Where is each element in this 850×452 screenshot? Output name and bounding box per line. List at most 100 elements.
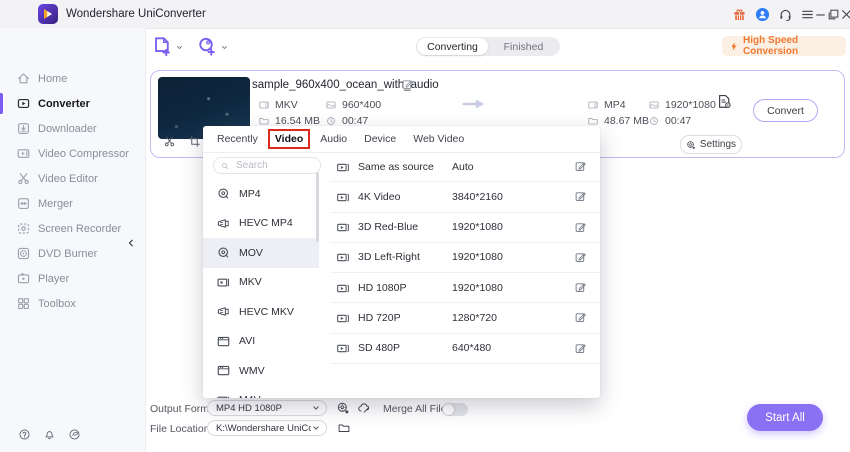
output-format-dropdown[interactable]: MP4 HD 1080P xyxy=(207,400,327,416)
search-icon xyxy=(220,161,230,171)
chevron-down-icon xyxy=(175,43,184,52)
sidebar-item-downloader[interactable]: Downloader xyxy=(0,116,145,141)
resolution-item-3d-red-blue[interactable]: 3D Red-Blue 1920*1080 xyxy=(330,213,600,243)
support-headset-icon[interactable] xyxy=(777,6,794,23)
format-item-mkv[interactable]: MKV xyxy=(203,268,319,298)
dvd-icon xyxy=(16,246,31,261)
merge-all-files-toggle[interactable] xyxy=(442,403,468,416)
edit-icon[interactable] xyxy=(574,281,587,294)
format-tab-video[interactable]: Video xyxy=(267,129,311,149)
edit-icon[interactable] xyxy=(574,160,587,173)
conversion-settings-gear-icon[interactable] xyxy=(336,401,350,415)
format-tab-web-video[interactable]: Web Video xyxy=(413,133,464,145)
disc-icon xyxy=(216,186,231,201)
video-icon xyxy=(336,190,351,205)
close-button[interactable] xyxy=(838,6,850,23)
title-bar: Wondershare UniConverter xyxy=(0,0,850,29)
resolution-item-hd-720p[interactable]: HD 720P 1280*720 xyxy=(330,303,600,334)
convert-status-toggle: Converting Finished xyxy=(416,37,560,56)
sidebar-item-home[interactable]: Home xyxy=(0,66,145,91)
file-location-dropdown[interactable]: K:\Wondershare UniConverter xyxy=(207,420,327,436)
lightning-bolt-icon xyxy=(729,41,739,52)
frame-icon xyxy=(325,99,337,111)
start-all-button[interactable]: Start All xyxy=(747,404,823,431)
gift-icon[interactable] xyxy=(731,6,748,23)
trim-scissors-icon[interactable] xyxy=(163,135,176,148)
format-tab-audio[interactable]: Audio xyxy=(320,133,347,145)
sidebar-item-dvd-burner[interactable]: DVD Burner xyxy=(0,241,145,266)
convert-arrow-icon xyxy=(461,97,487,111)
format-list: MP4HEVC MP4MOVMKVHEVC MKVAVIWMVM4V xyxy=(203,179,319,398)
format-item-wmv[interactable]: WMV xyxy=(203,356,319,386)
add-file-button[interactable] xyxy=(152,36,184,56)
sidebar-collapse-handle[interactable] xyxy=(126,236,138,250)
open-folder-icon[interactable] xyxy=(337,421,351,435)
format-item-hevc-mkv[interactable]: HEVC MKV xyxy=(203,297,319,327)
add-from-device-button[interactable] xyxy=(197,36,229,56)
toolbox-icon xyxy=(16,296,31,311)
convert-button[interactable]: Convert xyxy=(753,99,818,122)
edit-icon[interactable] xyxy=(574,221,587,234)
sidebar-item-video-editor[interactable]: Video Editor xyxy=(0,166,145,191)
account-icon[interactable] xyxy=(754,6,771,23)
search-input[interactable] xyxy=(234,159,310,172)
target-resolution: 1920*1080 xyxy=(648,99,716,111)
app-title: Wondershare UniConverter xyxy=(66,8,206,20)
format-item-avi[interactable]: AVI xyxy=(203,327,319,357)
help-icon[interactable] xyxy=(18,428,31,441)
sidebar-item-screen-recorder[interactable]: Screen Recorder xyxy=(0,216,145,241)
app-logo-icon xyxy=(38,4,58,24)
tab-finished[interactable]: Finished xyxy=(488,38,559,55)
source-resolution: 960*400 xyxy=(325,99,381,111)
bell-icon[interactable] xyxy=(43,428,56,441)
video-icon xyxy=(336,220,351,235)
film-icon xyxy=(216,275,231,290)
format-tab-device[interactable]: Device xyxy=(364,133,396,145)
edit-icon[interactable] xyxy=(574,251,587,264)
format-item-mov[interactable]: MOV xyxy=(203,238,319,268)
video-icon xyxy=(336,341,351,356)
edit-icon[interactable] xyxy=(574,190,587,203)
window-icon xyxy=(216,363,231,378)
home-icon xyxy=(16,71,31,86)
format-item-mp4[interactable]: MP4 xyxy=(203,179,319,209)
recorder-icon xyxy=(16,221,31,236)
settings-button[interactable]: Settings xyxy=(680,135,742,154)
sidebar-item-video-compressor[interactable]: Video Compressor xyxy=(0,141,145,166)
format-item-m4v[interactable]: M4V xyxy=(203,386,319,398)
output-file-settings-icon[interactable] xyxy=(716,93,733,110)
resolution-item-4k-video[interactable]: 4K Video 3840*2160 xyxy=(330,182,600,213)
merger-icon xyxy=(16,196,31,211)
rename-edit-icon[interactable] xyxy=(401,78,414,91)
resolution-item-sd-480p[interactable]: SD 480P 640*480 xyxy=(330,334,600,365)
video-icon xyxy=(336,281,351,296)
sidebar-nav: Home Converter Downloader Video Compressor V… xyxy=(0,66,145,316)
edit-icon[interactable] xyxy=(574,342,587,355)
disc-icon xyxy=(216,245,231,260)
filmstrip-icon xyxy=(587,99,599,111)
cloud-icon[interactable] xyxy=(357,401,371,415)
sidebar-item-toolbox[interactable]: Toolbox xyxy=(0,291,145,316)
sidebar-item-converter[interactable]: Converter xyxy=(0,91,145,116)
format-item-hevc-mp4[interactable]: HEVC MP4 xyxy=(203,209,319,239)
format-search xyxy=(213,157,321,174)
target-duration: 00:47 xyxy=(648,115,691,127)
high-speed-conversion-badge[interactable]: High Speed Conversion xyxy=(722,35,846,57)
resolution-item-hd-1080p[interactable]: HD 1080P 1920*1080 xyxy=(330,273,600,304)
source-format: MKV xyxy=(258,99,298,111)
tab-converting[interactable]: Converting xyxy=(417,38,488,55)
frame-icon xyxy=(648,99,660,111)
sidebar-item-merger[interactable]: Merger xyxy=(0,191,145,216)
resolution-item-same-as-source[interactable]: Same as source Auto xyxy=(330,152,600,183)
format-tab-recently[interactable]: Recently xyxy=(217,133,258,145)
format-list-scrollbar[interactable] xyxy=(316,172,319,242)
sidebar-item-player[interactable]: Player xyxy=(0,266,145,291)
crop-icon[interactable] xyxy=(188,135,201,148)
video-icon xyxy=(336,160,351,175)
feedback-icon[interactable] xyxy=(68,428,81,441)
resolution-item-3d-left-right[interactable]: 3D Left-Right 1920*1080 xyxy=(330,243,600,274)
edit-icon[interactable] xyxy=(574,311,587,324)
film-icon xyxy=(216,393,231,398)
app-window: Wondershare UniConverter Home Converter Do… xyxy=(0,0,850,452)
hevc-icon xyxy=(216,304,231,319)
